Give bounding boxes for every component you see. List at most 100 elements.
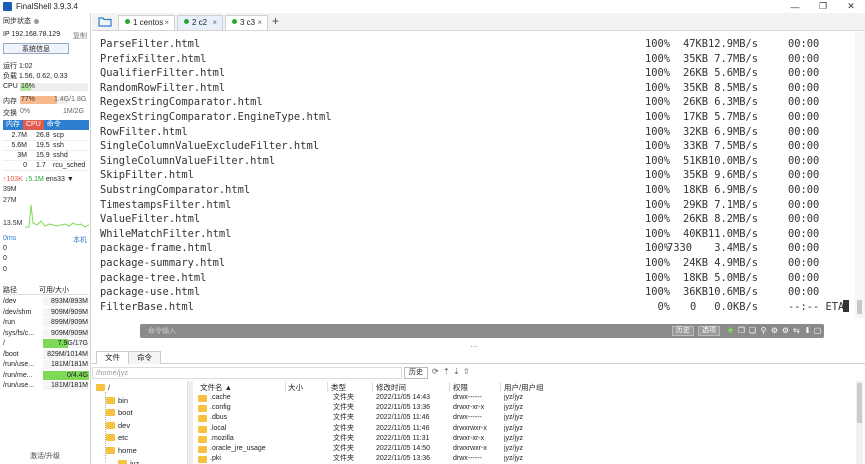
process-row[interactable]: 3M 15.9 sshd [3, 151, 89, 161]
latency-value: 0 [3, 255, 7, 262]
disk-row[interactable]: /run 899M/909M [3, 318, 89, 328]
terminal-scrollbar[interactable] [855, 32, 865, 318]
process-mem: 2.7M [11, 132, 27, 139]
process-row[interactable]: 0 1.7 rcu_sched [3, 161, 89, 171]
disk-usage-bar: 899M/909M [43, 318, 89, 327]
tree-item[interactable]: etc [106, 433, 128, 442]
disk-row[interactable]: /run/me... 0/4.4G [3, 370, 89, 381]
transfer-eta: 00:00 [788, 213, 820, 226]
close-tab-icon[interactable]: × [257, 16, 262, 30]
disk-row[interactable]: /boot 829M/1014M [3, 349, 89, 360]
close-tab-icon[interactable]: × [212, 16, 217, 30]
transfer-eta: 00:00 [788, 198, 820, 211]
terminal-line: SingleColumnValueExcludeFilter.html 100% 3… [100, 139, 850, 153]
scrollbar-thumb[interactable] [857, 383, 862, 423]
upload-file-icon[interactable]: ⇡ [443, 367, 450, 376]
file-row[interactable]: .dbus 文件夹 2022/11/05 11:46 drwx------ jyz/jy… [196, 413, 556, 423]
tree-item[interactable]: jyz [118, 459, 139, 464]
col-owner[interactable]: 用户/用户组 [504, 382, 554, 392]
parent-folder-icon[interactable]: ⇧ [463, 367, 470, 376]
col-type[interactable]: 类型 [331, 382, 373, 392]
close-tab-icon[interactable]: × [164, 16, 169, 30]
file-row[interactable]: .pki 文件夹 2022/11/05 13:36 drwx------ jyz/jyz [196, 454, 556, 464]
network-interface[interactable]: ens33 [46, 176, 65, 183]
paste-icon[interactable]: ❏ [748, 326, 757, 335]
download-file-icon[interactable]: ⇣ [453, 367, 460, 376]
disk-row[interactable]: /run/use... 181M/181M [3, 360, 89, 370]
chevron-down-icon[interactable]: ▼ [67, 176, 74, 183]
process-row[interactable]: 2.7M 26.8 scp [3, 131, 89, 141]
transfer-percent: 100% [644, 198, 670, 211]
tab-commands[interactable]: 命令 [128, 351, 161, 364]
split-icon[interactable]: ⇆ [792, 326, 801, 335]
terminal-line: package-summary.html 100% 24KB 4.9MB/s 00:00 [100, 256, 850, 270]
file-row[interactable]: .local 文件夹 2022/11/05 11:46 drwxrwxr-x jyz/j… [196, 424, 556, 434]
disk-row[interactable]: /run/use... 181M/181M [3, 381, 89, 391]
window-title: FinalShell 3.9.3.4 [16, 2, 78, 11]
file-row[interactable]: .oracle_jre_usage 文件夹 2022/11/05 14:50 drwx… [196, 444, 556, 454]
disk-row[interactable]: /sys/fs/c... 909M/909M [3, 328, 89, 339]
add-tab-icon[interactable]: + [272, 14, 279, 28]
path-input[interactable]: /home/jyz [92, 367, 402, 379]
col-name[interactable]: 文件名 ▲ [200, 382, 286, 392]
close-icon[interactable]: ✕ [837, 0, 865, 13]
sort-by-memory-tab[interactable]: 内存 [3, 120, 23, 130]
transfer-rate: 6.9MB/s [714, 184, 758, 196]
tree-item[interactable]: home [106, 446, 137, 455]
process-row[interactable]: 5.6M 19.5 ssh [3, 141, 89, 151]
disk-row[interactable]: /dev 893M/893M [3, 297, 89, 307]
download-icon[interactable]: ⬇ [803, 326, 812, 335]
settings-icon[interactable]: ⚙ [770, 326, 779, 335]
cpu-value: 16% [21, 83, 36, 90]
transfer-filename: FilterBase.html [100, 300, 194, 313]
file-modified: 2022/11/05 11:31 [376, 434, 430, 442]
disk-path: /dev/shm [3, 308, 32, 316]
command-input-bar[interactable]: 命令输入 历史 选项 ✚ ❐ ❏ ⚲ ⚙ ⚙ ⇆ ⬇ ▢ [140, 324, 824, 338]
refresh-icon[interactable]: ⟳ [432, 367, 439, 376]
sort-by-command-tab[interactable]: 命令 [44, 120, 64, 130]
command-input[interactable]: 命令输入 [148, 326, 176, 336]
tree-item[interactable]: dev [106, 421, 130, 430]
maximize-icon[interactable]: ❐ [809, 0, 837, 13]
tab-centos[interactable]: 1 centos × [118, 15, 175, 30]
tree-scrollbar[interactable] [188, 381, 193, 464]
disk-row[interactable]: / 7.9G/17G [3, 339, 89, 349]
open-folder-icon[interactable] [98, 16, 112, 27]
activate-upgrade-link[interactable]: 激活/升级 [30, 451, 60, 461]
latency-local[interactable]: 本机 [73, 235, 87, 245]
col-size[interactable]: 大小 [288, 382, 328, 392]
tree-item[interactable]: / [96, 383, 110, 392]
minimize-icon[interactable]: — [781, 0, 809, 13]
sync-status[interactable]: 同步状态 [3, 16, 39, 26]
copy-ip-link[interactable]: 复制 [73, 31, 87, 41]
flash-icon[interactable]: ✚ [726, 326, 735, 335]
tab-c3[interactable]: 3 c3 × [225, 15, 268, 30]
path-history-button[interactable]: 历史 [404, 367, 428, 379]
sort-by-cpu-tab[interactable]: CPU [23, 120, 44, 130]
folder-icon [118, 459, 127, 464]
tree-item-label: jyz [130, 458, 140, 464]
tree-item[interactable]: boot [106, 408, 133, 417]
transfer-filename: PrefixFilter.html [100, 52, 207, 65]
tab-files[interactable]: 文件 [96, 351, 129, 364]
file-modified: 2022/11/05 11:46 [376, 414, 430, 422]
gear-icon[interactable]: ⚙ [781, 326, 790, 335]
disk-row[interactable]: /dev/shm 909M/909M [3, 307, 89, 318]
tree-item[interactable]: bin [106, 396, 128, 405]
file-row[interactable]: .config 文件夹 2022/11/05 13:36 drwxr-xr-x jyz/… [196, 403, 556, 413]
disk-usage-bar: 909M/909M [43, 307, 89, 317]
file-row[interactable]: .mozilla 文件夹 2022/11/05 11:31 drwxr-xr-x jyz… [196, 434, 556, 444]
file-row[interactable]: .cache 文件夹 2022/11/05 14:43 drwx------ jyz/j… [196, 393, 556, 403]
command-options-button[interactable]: 选项 [698, 326, 720, 336]
terminal-output[interactable]: ParseFilter.html 100% 47KB 12.9MB/s 00:00 Pre… [92, 32, 855, 318]
copy-alt-icon[interactable]: ▢ [813, 326, 822, 335]
col-permission[interactable]: 权限 [453, 382, 501, 392]
copy-icon[interactable]: ❐ [737, 326, 746, 335]
col-modified[interactable]: 修改时间 [376, 382, 450, 392]
search-icon[interactable]: ⚲ [759, 326, 768, 335]
system-info-button[interactable]: 系统信息 [3, 43, 69, 54]
scrollbar-thumb[interactable] [857, 300, 862, 314]
tab-c2[interactable]: 2 c2 × [177, 15, 223, 30]
file-list-scrollbar[interactable] [856, 381, 863, 464]
command-history-button[interactable]: 历史 [672, 326, 694, 336]
